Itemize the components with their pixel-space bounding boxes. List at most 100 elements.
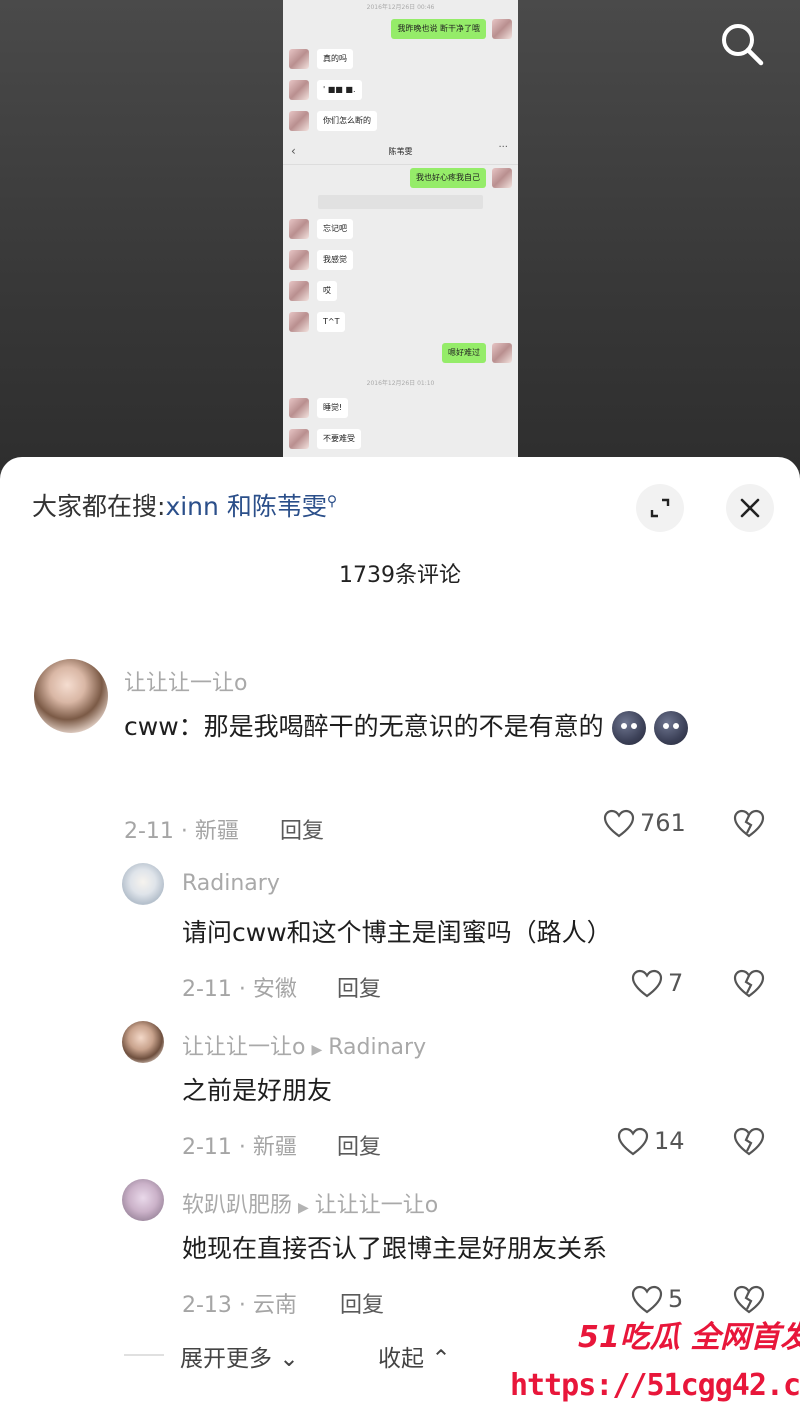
chat-system-note (318, 195, 483, 209)
emoji-icon (653, 711, 688, 745)
comment-username-line: 软趴趴肥肠 ▶ 让让让一让o (182, 1187, 438, 1219)
chat-bubble: 你们怎么断的 (317, 111, 377, 131)
like-button[interactable]: 14 (616, 1125, 696, 1159)
comment-text: 她现在直接否认了跟博主是好朋友关系 (182, 1234, 608, 1263)
hot-search-keyword: xinn 和陈苇雯 (165, 492, 327, 521)
search-icon (722, 24, 764, 66)
watermark-url: https://51cgg42.com (510, 1368, 800, 1403)
chat-avatar (289, 429, 309, 449)
broken-heart-icon (733, 1127, 765, 1156)
reply-to-username[interactable]: 让让让一让o (315, 1193, 438, 1218)
chat-message: 你们怎么断的 (283, 109, 518, 135)
chat-bubble: 我也好心疼我自己 (410, 168, 486, 188)
heart-icon (631, 969, 663, 998)
chat-bubble: 嗯好难过 (442, 343, 486, 363)
reply-item: 软趴趴肥肠 ▶ 让让让一让o 她现在直接否认了跟博主是好朋友关系 2-13 · 云南… (0, 1175, 800, 1325)
like-count: 761 (640, 809, 686, 837)
chat-message: 我昨晚也说 断干净了哦 (283, 17, 518, 43)
reply-button[interactable]: 回复 (280, 813, 324, 845)
comment-username[interactable]: 软趴趴肥肠 (182, 1193, 292, 1218)
comment-username[interactable]: Radinary (182, 871, 280, 896)
chat-bubble: T^T (317, 312, 346, 332)
chevron-up-icon: ⌃ (431, 1346, 451, 1372)
chat-message: T^T (283, 310, 518, 336)
comment-date-location: 2-13 · 云南 (182, 1293, 297, 1318)
fullscreen-button[interactable] (636, 484, 684, 532)
chat-bubble: 不要难受 (317, 429, 361, 449)
comment-username[interactable]: 让让让一让o (124, 665, 247, 697)
close-icon (740, 498, 760, 518)
chat-avatar (289, 250, 309, 270)
chat-avatar (289, 398, 309, 418)
collapse-button[interactable]: 收起 ⌃ (378, 1339, 451, 1373)
chat-avatar (289, 49, 309, 69)
chat-bubble: 睡觉! (317, 398, 349, 418)
reply-arrow-icon: ▶ (311, 1042, 323, 1058)
chat-message: 嗯好难过 (283, 341, 518, 367)
comment-date-location: 2-11 · 新疆 (124, 819, 239, 844)
dislike-button[interactable] (732, 1125, 766, 1159)
heart-icon (603, 809, 635, 838)
dislike-button[interactable] (732, 807, 766, 841)
expand-icon (650, 498, 670, 518)
chat-message: ' ■■ ■. (283, 78, 518, 104)
chat-message: 不要难受 (283, 427, 518, 453)
chat-message: 真的吗 (283, 47, 518, 73)
comment-count: 1739条评论 (339, 563, 461, 588)
expand-more-button[interactable]: 展开更多 ⌄ (180, 1339, 299, 1373)
chat-avatar (492, 168, 512, 188)
chat-bubble: 我感觉 (317, 250, 353, 270)
chat-avatar (492, 19, 512, 39)
chat-avatar (289, 312, 309, 332)
hot-search-link[interactable]: 大家都在搜:xinn 和陈苇雯⚲ (32, 487, 337, 523)
avatar[interactable] (122, 863, 164, 905)
like-count: 7 (668, 969, 684, 997)
reply-button[interactable]: 回复 (337, 971, 381, 1003)
broken-heart-icon (733, 809, 765, 838)
comment-sheet: 大家都在搜:xinn 和陈苇雯⚲ 1739条评论 让让让一让o cww：那是我喝… (0, 457, 800, 1410)
comment-username[interactable]: 让让让一让o (182, 1035, 305, 1060)
chat-bubble: 哎 (317, 281, 337, 301)
reply-button[interactable]: 回复 (337, 1129, 381, 1161)
dislike-button[interactable] (732, 967, 766, 1001)
watermark-brand: 51吃瓜 全网首发 (578, 1320, 800, 1355)
more-icon: ··· (498, 142, 508, 153)
chat-message: 我也好心疼我自己 (283, 166, 518, 192)
collapse-label: 收起 (378, 1346, 424, 1372)
chevron-down-icon: ⌄ (279, 1346, 299, 1372)
comment-date-location: 2-11 · 安徽 (182, 977, 297, 1002)
like-button[interactable]: 7 (630, 967, 700, 1001)
comment-text-content: cww：那是我喝醉干的无意识的不是有意的 (124, 712, 604, 741)
chat-timestamp: 2016年12月26日 00:46 (366, 4, 435, 11)
like-count: 14 (654, 1127, 685, 1155)
chat-avatar (492, 343, 512, 363)
avatar[interactable] (34, 659, 108, 733)
chat-avatar (289, 219, 309, 239)
reply-button[interactable]: 回复 (340, 1287, 384, 1319)
divider (124, 1354, 164, 1356)
reply-item: Radinary 请问cww和这个博主是闺蜜吗（路人） 2-11 · 安徽 回复… (0, 859, 800, 1009)
comment-text: 请问cww和这个博主是闺蜜吗（路人） (182, 918, 612, 947)
avatar[interactable] (122, 1021, 164, 1063)
comment-date-location: 2-11 · 新疆 (182, 1135, 297, 1160)
reply-item: 让让让一让o ▶ Radinary 之前是好朋友 2-11 · 新疆 回复 14 (0, 1017, 800, 1167)
search-button[interactable] (716, 18, 768, 70)
avatar[interactable] (122, 1179, 164, 1221)
reply-to-username[interactable]: Radinary (328, 1035, 426, 1060)
chat-bubble: 我昨晚也说 断干净了哦 (391, 19, 486, 39)
like-count: 5 (668, 1285, 684, 1313)
chat-avatar (289, 111, 309, 131)
chat-message: 忘记吧 (283, 217, 518, 243)
close-button[interactable] (726, 484, 774, 532)
chat-bubble: ' ■■ ■. (317, 80, 362, 100)
chat-avatar (289, 281, 309, 301)
like-button[interactable]: 761 (602, 807, 692, 841)
emoji-icon (611, 711, 646, 745)
chat-header: ‹ 陈苇雯 ··· (283, 138, 518, 165)
chat-message: 哎 (283, 279, 518, 305)
chat-bubble: 真的吗 (317, 49, 353, 69)
chat-contact-name: 陈苇雯 (388, 147, 413, 156)
chat-message: 睡觉! (283, 396, 518, 422)
expand-more-label: 展开更多 (180, 1346, 272, 1372)
heart-icon (617, 1127, 649, 1156)
